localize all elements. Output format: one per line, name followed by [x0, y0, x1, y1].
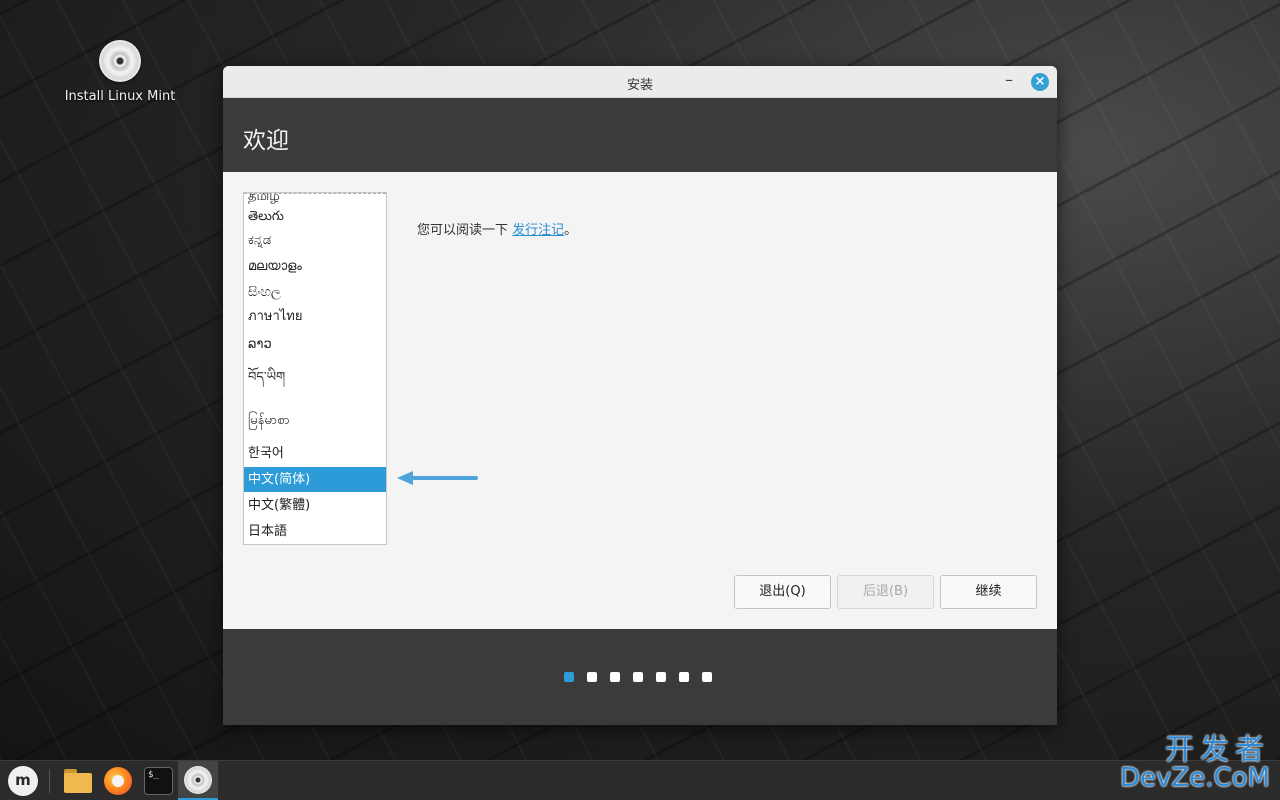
disc-icon [99, 40, 141, 82]
language-item[interactable]: 日本語 [244, 519, 386, 544]
watermark-line1: 开发者 [1164, 732, 1270, 766]
quit-button[interactable]: 退出(Q) [734, 575, 831, 609]
back-button[interactable]: 后退(B) [837, 575, 934, 609]
window-title: 安装 [626, 78, 653, 93]
step-dot [679, 672, 689, 682]
language-item[interactable]: ಕನ್ನಡ [244, 228, 386, 253]
folder-icon[interactable] [64, 769, 92, 793]
language-item-selected[interactable]: 中文(简体) [244, 467, 386, 492]
mint-menu-icon[interactable]: m [8, 766, 38, 796]
installer-taskbar-item[interactable] [178, 761, 218, 800]
language-item[interactable]: తెలుగు [244, 204, 386, 229]
install-linux-mint-desktop-icon[interactable]: Install Linux Mint [62, 40, 178, 104]
language-item[interactable]: 한국어 [244, 441, 386, 466]
step-dot [610, 672, 620, 682]
step-dot-active [564, 672, 574, 682]
taskbar-separator [49, 769, 50, 793]
arrow-left-icon [397, 471, 478, 485]
step-dot [633, 672, 643, 682]
language-item[interactable]: བོད་ཡིག [244, 365, 386, 390]
language-item[interactable]: සිංහල [244, 280, 386, 305]
language-list[interactable]: தமிழ் తెలుగు ಕನ್ನಡ മലയാളം සිංහල ภาษาไทย … [243, 192, 387, 545]
watermark: 开发者 DevZe.CoM [1120, 732, 1270, 792]
firefox-icon[interactable] [104, 767, 132, 795]
language-item[interactable]: 中文(繁體) [244, 493, 386, 518]
step-dot [587, 672, 597, 682]
desktop-icon-label: Install Linux Mint [64, 89, 176, 104]
installer-window: 安装 – × 欢迎 தமிழ் తెలుగు ಕನ್ನಡ മലയാളം සිංහ… [223, 66, 1057, 725]
language-item[interactable]: മലയാളം [244, 254, 386, 279]
continue-button[interactable]: 继续 [940, 575, 1037, 609]
page-title: 欢迎 [243, 128, 289, 154]
language-item[interactable]: မြန်မာစာ [244, 408, 386, 433]
minimize-button[interactable]: – [999, 71, 1019, 91]
terminal-icon[interactable]: $_ [144, 767, 173, 795]
language-item[interactable]: ລາວ [244, 332, 386, 357]
release-notes-suffix: 。 [564, 223, 578, 238]
step-dot [702, 672, 712, 682]
disc-icon [184, 766, 212, 794]
titlebar[interactable]: 安装 – × [223, 66, 1057, 98]
release-notes-link[interactable]: 发行注记 [512, 223, 564, 238]
page-header: 欢迎 [223, 98, 1057, 172]
release-notes-text: 您可以阅读一下 发行注记。 [417, 219, 577, 238]
step-footer [223, 629, 1057, 725]
watermark-line2: DevZe.CoM [1120, 763, 1270, 793]
release-notes-prefix: 您可以阅读一下 [417, 223, 513, 238]
taskbar: m $_ [0, 760, 1280, 800]
step-dot [656, 672, 666, 682]
language-item[interactable]: ภาษาไทย [244, 304, 386, 329]
close-button[interactable]: × [1031, 73, 1049, 91]
